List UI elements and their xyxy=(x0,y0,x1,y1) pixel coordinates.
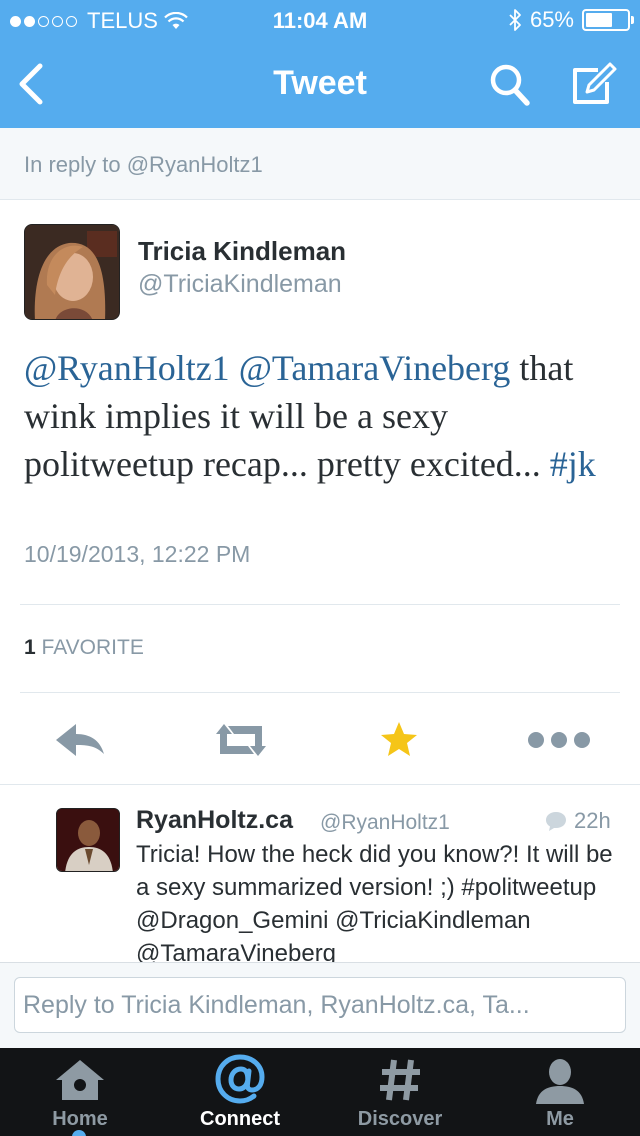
reply-icon[interactable] xyxy=(54,712,106,768)
tab-connect[interactable]: Connect xyxy=(160,1048,320,1136)
author-name[interactable]: Tricia Kindleman xyxy=(138,236,346,267)
divider xyxy=(20,692,620,693)
compose-icon[interactable] xyxy=(568,60,620,108)
battery-icon xyxy=(582,9,634,31)
favorite-count-number: 1 xyxy=(24,636,36,659)
tab-me[interactable]: Me xyxy=(480,1048,640,1136)
reply-author-handle[interactable]: @RyanHoltz1 xyxy=(320,811,450,835)
tab-connect-label: Connect xyxy=(200,1108,280,1130)
mention-link[interactable]: @TamaraVineberg xyxy=(239,348,511,388)
author-handle[interactable]: @TriciaKindleman xyxy=(138,270,342,299)
mention-link[interactable]: @RyanHoltz1 xyxy=(24,348,230,388)
page-title: Tweet xyxy=(273,64,367,102)
at-icon xyxy=(215,1054,265,1104)
reply-composer: Reply to Tricia Kindleman, RyanHoltz.ca,… xyxy=(0,962,640,1048)
reply-time-text: 22h xyxy=(574,808,611,833)
tab-home[interactable]: Home xyxy=(0,1048,160,1136)
reply-input[interactable]: Reply to Tricia Kindleman, RyanHoltz.ca,… xyxy=(14,977,626,1033)
retweet-icon[interactable] xyxy=(210,712,272,768)
author-avatar[interactable] xyxy=(24,224,120,320)
tab-bar: Home Connect Discover Me xyxy=(0,1048,640,1136)
reply-author-name[interactable]: RyanHoltz.ca xyxy=(136,806,293,835)
bluetooth-icon xyxy=(509,9,521,31)
reply-time: 22h xyxy=(544,808,611,834)
in-reply-to-label: In reply to @RyanHoltz1 xyxy=(24,152,263,177)
top-bar: TELUS 11:04 AM 65% Tweet xyxy=(0,0,640,128)
tab-discover-label: Discover xyxy=(357,1108,443,1130)
search-icon[interactable] xyxy=(488,60,532,108)
reply-text: Tricia! How the heck did you know?! It w… xyxy=(136,841,613,962)
status-right: 65% xyxy=(508,7,634,33)
battery-percent: 65% xyxy=(529,7,574,32)
home-icon xyxy=(56,1060,104,1100)
divider xyxy=(0,784,640,785)
reply-author-avatar[interactable] xyxy=(56,808,120,872)
favorite-count-label: FAVORITE xyxy=(41,636,144,659)
tab-me-label: Me xyxy=(546,1108,574,1130)
divider xyxy=(20,604,620,605)
in-reply-to-bar[interactable]: In reply to @RyanHoltz1 xyxy=(0,128,640,200)
favorite-star-icon[interactable] xyxy=(378,712,420,768)
status-bar: TELUS 11:04 AM 65% xyxy=(0,0,640,40)
speech-bubble-icon xyxy=(546,812,566,831)
hashtag-link[interactable]: #jk xyxy=(550,444,596,484)
more-dots-icon[interactable] xyxy=(526,712,592,768)
person-icon xyxy=(536,1059,584,1104)
favorite-count[interactable]: 1 FAVORITE xyxy=(24,636,144,660)
reply-avatar-image xyxy=(57,809,119,871)
hashtag-icon xyxy=(380,1059,420,1101)
tab-home-label: Home xyxy=(52,1108,108,1130)
tweet-text: @RyanHoltz1 @TamaraVineberg that wink im… xyxy=(24,344,620,488)
tweet-timestamp: 10/19/2013, 12:22 PM xyxy=(24,541,251,567)
tab-discover[interactable]: Discover xyxy=(320,1048,480,1136)
author-avatar-image xyxy=(25,225,119,319)
